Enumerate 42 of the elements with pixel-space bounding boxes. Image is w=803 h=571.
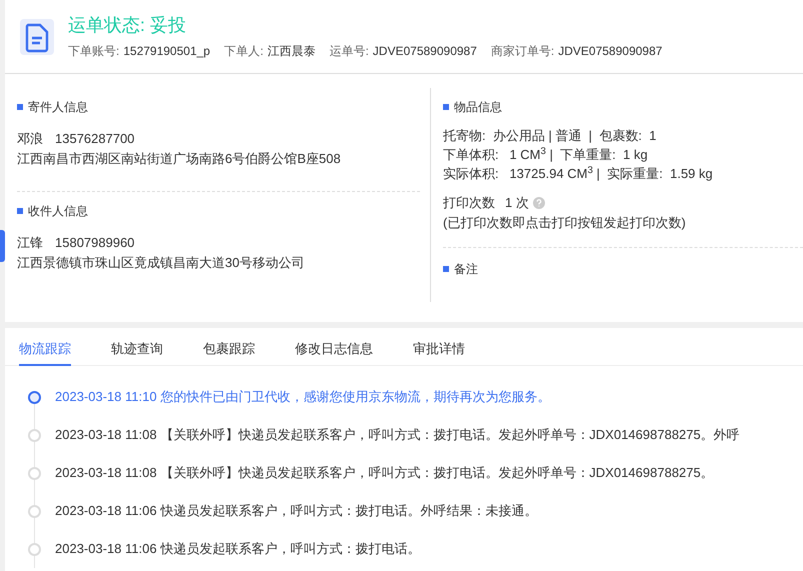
goods-info-line: 实际体积: 13725.94 CM$^{3}$ | 实际重量: 1.59 kg [443, 164, 714, 183]
field-value: JDVE07589090987 [558, 42, 662, 60]
field-value: 江西晨泰 [267, 42, 316, 60]
tab[interactable]: 修改日志信息 [295, 334, 373, 366]
section-heading: 备注 [454, 261, 478, 278]
help-icon[interactable] [532, 197, 545, 209]
print-count-label: 打印次数 [443, 194, 495, 212]
contact-name: 邓浪 [17, 130, 43, 148]
tab[interactable]: 物流跟踪 [19, 334, 71, 366]
section-heading: 物品信息 [454, 99, 502, 116]
field-label: 商家订单号: [490, 42, 554, 60]
contact-name: 江锋 [17, 234, 43, 252]
timeline-event: 2023-03-18 11:08 【关联外呼】快递员发起联系客户，呼叫方式：拨打电话。发起外呼单号：JDX014698788275。外呼 [55, 426, 740, 444]
tab[interactable]: 包裹跟踪 [203, 334, 255, 366]
document-icon [20, 18, 54, 54]
contact-address: 江西景德镇市珠山区竟成镇昌南大道30号移动公司 [17, 254, 306, 272]
field-label: 运单号: [329, 42, 369, 60]
section-marker-icon [17, 104, 23, 110]
field-label: 下单账号: [68, 42, 120, 60]
section-marker-icon [443, 104, 449, 110]
field-value: 15279190501_p [123, 42, 210, 60]
contact-phone: 13576287700 [55, 130, 135, 148]
goods-info-line: 托寄物: 办公用品 | 普通 | 包裹数: 1 [443, 127, 658, 145]
section-marker-icon [17, 208, 23, 214]
contact-phone: 15807989960 [55, 234, 135, 252]
timeline-event: 2023-03-18 11:06 快递员发起联系客户，呼叫方式：拨打电话。 [55, 540, 420, 558]
timeline-event: 2023-03-18 11:06 快递员发起联系客户，呼叫方式：拨打电话。外呼结果：未接通。 [55, 502, 538, 520]
tab[interactable]: 审批详情 [413, 334, 465, 366]
field-label: 下单人: [224, 42, 264, 60]
section-heading: 寄件人信息 [28, 99, 88, 116]
timeline-event: 2023-03-18 11:10 您的快件已由门卫代收，感谢您使用京东物流，期待再次为您服务。 [55, 388, 550, 406]
waybill-status-title: 运单状态: 妥投 [68, 14, 188, 36]
print-count-value: 1 次 [505, 194, 529, 212]
section-marker-icon [443, 266, 449, 272]
field-value: JDVE07589090987 [372, 42, 477, 60]
tab[interactable]: 轨迹查询 [111, 334, 163, 366]
print-count-note: (已打印次数即点击打印按钮发起打印次数) [443, 214, 687, 232]
goods-info-line: 下单体积: 1 CM$^{3}$ | 下单重量: 1 kg [443, 145, 649, 164]
timeline-event: 2023-03-18 11:08 【关联外呼】快递员发起联系客户，呼叫方式：拨打电话。发起外呼单号：JDX014698788275。 [55, 464, 714, 482]
side-handle[interactable] [0, 230, 5, 262]
contact-address: 江西南昌市西湖区南站街道广场南路6号伯爵公馆B座508 [17, 150, 342, 168]
section-heading: 收件人信息 [28, 203, 88, 220]
